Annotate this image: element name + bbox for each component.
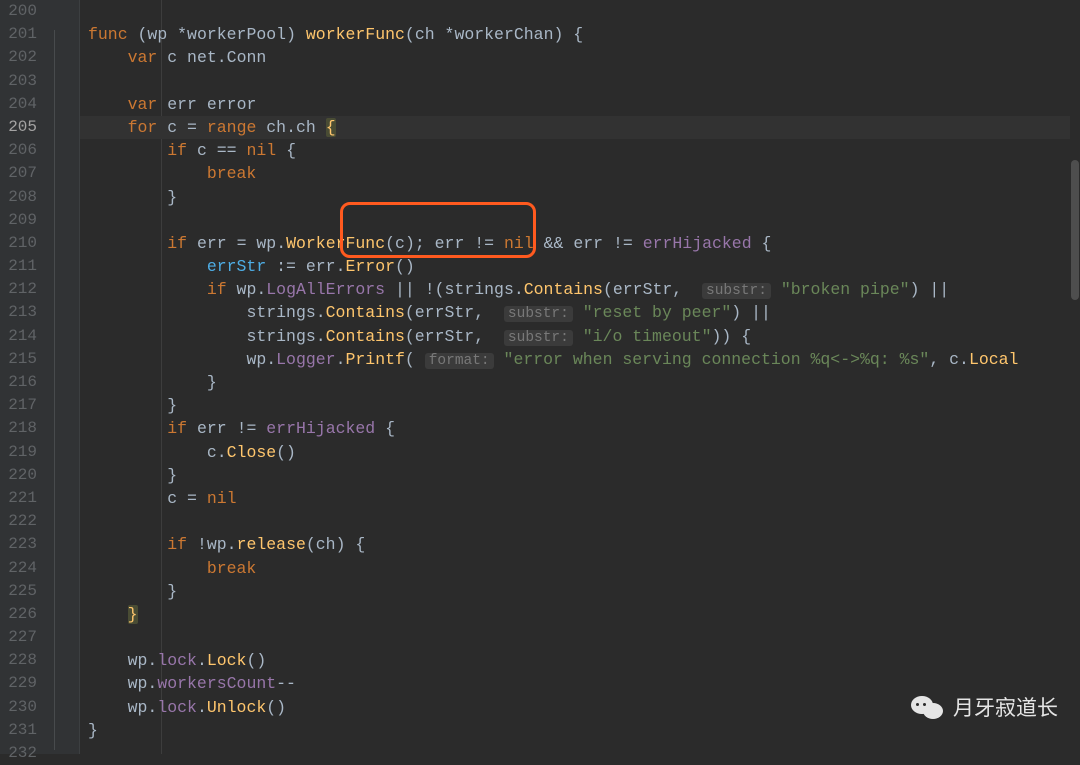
line-number: 230 [0, 696, 37, 719]
line-number: 206 [0, 139, 37, 162]
code-line[interactable]: if !wp.release(ch) { [80, 533, 1080, 556]
code-line[interactable]: errStr := err.Error() [80, 255, 1080, 278]
line-number: 222 [0, 510, 37, 533]
code-line[interactable]: } [80, 580, 1080, 603]
line-number: 219 [0, 441, 37, 464]
code-line[interactable]: func (wp *workerPool) workerFunc(ch *wor… [80, 23, 1080, 46]
line-number: 220 [0, 464, 37, 487]
line-number: 208 [0, 186, 37, 209]
code-line[interactable]: var c net.Conn [80, 46, 1080, 69]
code-line[interactable]: if err = wp.WorkerFunc(c); err != nil &&… [80, 232, 1080, 255]
code-line[interactable]: } [80, 394, 1080, 417]
line-number: 229 [0, 672, 37, 695]
line-number-gutter: 200 201 202 203 204 205 206 207 208 209 … [0, 0, 42, 754]
code-line[interactable] [80, 742, 1080, 754]
scrollbar-thumb[interactable] [1071, 160, 1079, 300]
line-number: 223 [0, 533, 37, 556]
line-number: 207 [0, 162, 37, 185]
line-number: 211 [0, 255, 37, 278]
line-number: 227 [0, 626, 37, 649]
line-number: 217 [0, 394, 37, 417]
code-line[interactable]: } [80, 603, 1080, 626]
line-number: 216 [0, 371, 37, 394]
line-number: 225 [0, 580, 37, 603]
line-number: 213 [0, 301, 37, 324]
line-number: 210 [0, 232, 37, 255]
code-line[interactable]: strings.Contains(errStr, substr: "reset … [80, 301, 1080, 324]
code-line[interactable]: var err error [80, 93, 1080, 116]
code-content[interactable]: func (wp *workerPool) workerFunc(ch *wor… [80, 0, 1080, 754]
code-line[interactable] [80, 510, 1080, 533]
line-number: 205 [0, 116, 37, 139]
code-line[interactable] [80, 626, 1080, 649]
line-number: 226 [0, 603, 37, 626]
line-number: 201 [0, 23, 37, 46]
code-line[interactable]: if c == nil { [80, 139, 1080, 162]
code-line[interactable]: c.Close() [80, 441, 1080, 464]
code-line[interactable] [80, 209, 1080, 232]
code-line[interactable] [80, 70, 1080, 93]
line-number: 202 [0, 46, 37, 69]
line-number: 200 [0, 0, 37, 23]
folding-bar[interactable] [42, 0, 80, 754]
line-number: 215 [0, 348, 37, 371]
line-number: 224 [0, 557, 37, 580]
code-line[interactable]: wp.lock.Lock() [80, 649, 1080, 672]
code-line[interactable]: break [80, 162, 1080, 185]
code-line-current[interactable]: for c = range ch.ch { [80, 116, 1080, 139]
code-editor[interactable]: 200 201 202 203 204 205 206 207 208 209 … [0, 0, 1080, 754]
line-number: 221 [0, 487, 37, 510]
code-line[interactable]: wp.Logger.Printf( format: "error when se… [80, 348, 1080, 371]
code-line[interactable]: break [80, 557, 1080, 580]
code-line[interactable]: if wp.LogAllErrors || !(strings.Contains… [80, 278, 1080, 301]
code-line[interactable]: c = nil [80, 487, 1080, 510]
line-number: 214 [0, 325, 37, 348]
code-line[interactable]: } [80, 464, 1080, 487]
line-number: 231 [0, 719, 37, 742]
line-number: 209 [0, 209, 37, 232]
code-line[interactable]: } [80, 719, 1080, 742]
wechat-icon [911, 693, 947, 721]
code-line[interactable]: strings.Contains(errStr, substr: "i/o ti… [80, 325, 1080, 348]
code-line[interactable] [80, 0, 1080, 23]
watermark: 月牙寂道长 [911, 692, 1058, 722]
code-line[interactable]: } [80, 371, 1080, 394]
line-number: 218 [0, 417, 37, 440]
scrollbar-vertical[interactable] [1070, 0, 1080, 754]
line-number: 204 [0, 93, 37, 116]
line-number: 203 [0, 70, 37, 93]
code-line[interactable]: if err != errHijacked { [80, 417, 1080, 440]
line-number: 228 [0, 649, 37, 672]
line-number: 212 [0, 278, 37, 301]
code-line[interactable]: } [80, 186, 1080, 209]
watermark-text: 月牙寂道长 [953, 692, 1058, 722]
